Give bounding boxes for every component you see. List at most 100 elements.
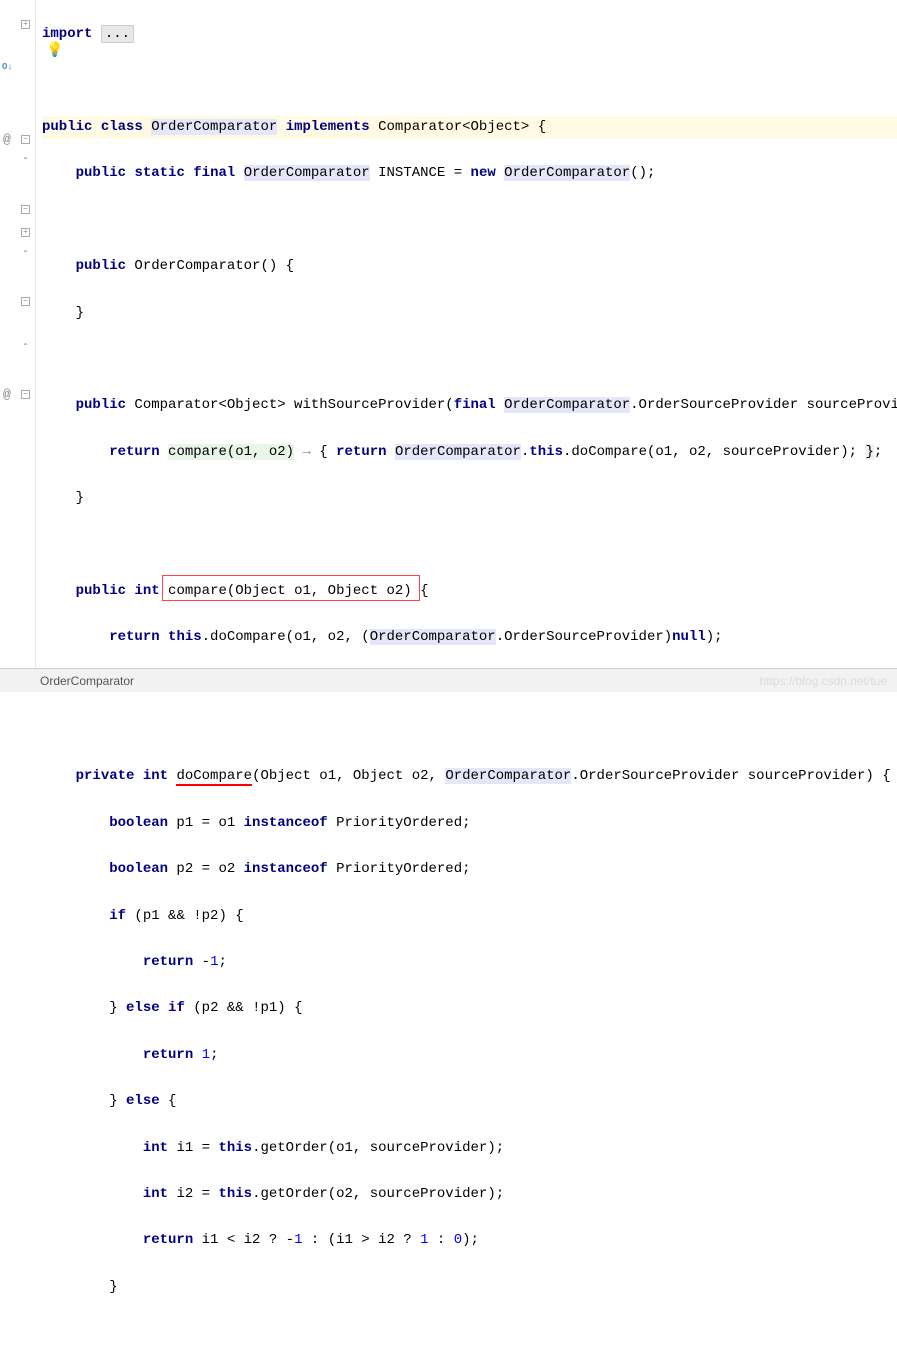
code-line: public int compare(Object o1, Object o2)…	[42, 580, 897, 603]
keyword: return	[109, 444, 159, 460]
code-text: PriorityOrdered;	[328, 861, 471, 877]
keyword: instanceof	[244, 861, 328, 877]
code-text: (p2 && !p1) {	[185, 1000, 303, 1016]
code-text: (Object o1, Object o2,	[252, 768, 445, 784]
fold-toggle-icon[interactable]: ⌃	[21, 158, 30, 167]
code-line	[42, 348, 897, 371]
keyword: final	[454, 397, 496, 413]
keyword: public	[76, 165, 126, 181]
keyword: boolean	[109, 815, 168, 831]
fold-toggle-icon[interactable]: −	[21, 390, 30, 399]
keyword: final	[193, 165, 235, 181]
override-marker-icon[interactable]: O↓	[2, 62, 16, 76]
code-line: } else if (p2 && !p1) {	[42, 997, 897, 1020]
class-name: OrderComparator	[504, 165, 630, 181]
icon-gutter: O↓ @ @	[0, 0, 18, 668]
code-text: .doCompare(o1, o2, (	[202, 629, 370, 645]
code-line	[42, 534, 897, 557]
code-text: .OrderSourceProvider sourceProvider) {	[571, 768, 890, 784]
code-text: Comparator<Object> withSourceProvider(	[126, 397, 454, 413]
code-line: }	[42, 1276, 897, 1299]
code-line: public Comparator<Object> withSourceProv…	[42, 394, 897, 417]
code-line: boolean p1 = o1 instanceof PriorityOrder…	[42, 812, 897, 835]
code-text: );	[462, 1232, 479, 1248]
keyword: private	[76, 768, 135, 784]
code-text: .doCompare(o1, o2, sourceProvider);	[563, 444, 865, 460]
keyword: new	[471, 165, 496, 181]
annotation-icon[interactable]: @	[3, 132, 17, 146]
keyword: return	[143, 1232, 193, 1248]
keyword: return	[143, 954, 193, 970]
folded-imports[interactable]: ...	[101, 25, 134, 43]
class-name: OrderComparator	[504, 397, 630, 413]
keyword: boolean	[109, 861, 168, 877]
code-line	[42, 70, 897, 93]
code-text: ;	[218, 954, 226, 970]
code-text: : (i1 > i2 ?	[302, 1232, 420, 1248]
code-line: public class OrderComparator implements …	[42, 116, 897, 139]
number: 1	[202, 1047, 210, 1063]
class-name: OrderComparator	[244, 165, 370, 181]
code-text: }	[109, 1000, 126, 1016]
number: 1	[294, 1232, 302, 1248]
code-text: }	[76, 305, 84, 321]
keyword: instanceof	[244, 815, 328, 831]
lambda-hint: compare(o1, o2)	[168, 444, 294, 460]
code-text: (p1 && !p2) {	[126, 908, 244, 924]
fold-toggle-icon[interactable]: ⌃	[21, 344, 30, 353]
code-line: return this.doCompare(o1, o2, (OrderComp…	[42, 626, 897, 649]
code-line: public OrderComparator() {	[42, 255, 897, 278]
class-name: OrderComparator	[395, 444, 521, 460]
keyword: static	[134, 165, 184, 181]
code-line	[42, 209, 897, 232]
keyword: import	[42, 26, 92, 42]
code-text: OrderComparator() {	[126, 258, 294, 274]
keyword: this	[168, 629, 202, 645]
breadcrumb-item[interactable]: OrderComparator	[40, 674, 134, 688]
code-text: }	[76, 490, 84, 506]
keyword: implements	[286, 119, 370, 135]
number: 0	[454, 1232, 462, 1248]
code-text: p1 = o1	[168, 815, 244, 831]
watermark-text: https://blog.csdn.net/tue	[760, 674, 887, 688]
code-line: }	[42, 302, 897, 325]
code-area[interactable]: import ... public class OrderComparator …	[36, 0, 897, 668]
fold-gutter: + − ⌃ − + ⌃ − ⌃ −	[18, 0, 36, 668]
keyword: null	[672, 629, 706, 645]
class-name: OrderComparator	[445, 768, 571, 784]
code-text: .getOrder(o2, sourceProvider);	[252, 1186, 504, 1202]
keyword: public	[76, 258, 126, 274]
code-line: if (p1 && !p2) {	[42, 905, 897, 928]
code-text: INSTANCE =	[370, 165, 471, 181]
code-text: ;	[210, 1047, 218, 1063]
keyword: return	[109, 629, 159, 645]
code-text	[193, 1047, 201, 1063]
fold-toggle-icon[interactable]: −	[21, 135, 30, 144]
fold-toggle-icon[interactable]: −	[21, 297, 30, 306]
keyword: int	[134, 583, 159, 599]
fold-toggle-icon[interactable]: ⌃	[21, 251, 30, 260]
class-name: OrderComparator	[151, 119, 277, 135]
code-line: return 1;	[42, 1044, 897, 1067]
keyword: int	[143, 1186, 168, 1202]
keyword: else	[126, 1000, 160, 1016]
code-line: import ...	[42, 23, 897, 46]
method-name: doCompare	[176, 768, 252, 786]
fold-toggle-icon[interactable]: −	[21, 205, 30, 214]
fold-toggle-icon[interactable]: +	[21, 20, 30, 29]
code-text: ;	[874, 444, 882, 460]
code-text: .getOrder(o1, sourceProvider);	[252, 1140, 504, 1156]
code-line: int i1 = this.getOrder(o1, sourceProvide…	[42, 1137, 897, 1160]
keyword: else	[126, 1093, 160, 1109]
fold-toggle-icon[interactable]: +	[21, 228, 30, 237]
code-line: private int doCompare(Object o1, Object …	[42, 765, 897, 788]
number: 1	[420, 1232, 428, 1248]
bulb-icon[interactable]: 💡	[46, 42, 63, 59]
annotation-icon[interactable]: @	[3, 387, 17, 401]
code-text: PriorityOrdered;	[328, 815, 471, 831]
keyword: return	[143, 1047, 193, 1063]
code-text: i1 < i2 ? -	[193, 1232, 294, 1248]
keyword: this	[218, 1186, 252, 1202]
code-text: .OrderSourceProvider)	[496, 629, 672, 645]
code-line: return -1;	[42, 951, 897, 974]
